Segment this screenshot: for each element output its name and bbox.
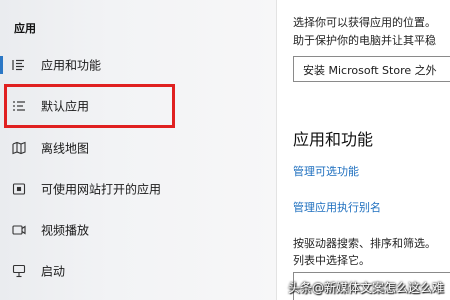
manage-app-alias-link[interactable]: 管理应用执行别名 <box>293 199 381 215</box>
install-source-description-cont: 助于保护你的电脑并让其平稳 <box>293 34 436 47</box>
startup-icon <box>12 264 26 278</box>
sidebar-item-startup[interactable]: 启动 <box>0 252 276 290</box>
manage-optional-features-link[interactable]: 管理可选功能 <box>293 163 359 179</box>
sidebar-item-label: 启动 <box>41 264 66 279</box>
settings-sidebar: 应用 应用和功能 默认应用 离线地图 可使用网站打开的应用 视频播放 启动 <box>0 0 276 300</box>
sidebar-heading: 应用 <box>14 22 36 35</box>
sidebar-item-offline-maps[interactable]: 离线地图 <box>0 129 276 167</box>
install-source-dropdown[interactable]: 安装 Microsoft Store 之外 <box>293 56 450 82</box>
sidebar-item-label: 应用和功能 <box>41 58 102 73</box>
main-content: 选择你可以获得应用的位置。 助于保护你的电脑并让其平稳 安装 Microsoft… <box>277 0 450 300</box>
apps-list-icon <box>12 58 26 72</box>
section-title: 应用和功能 <box>293 130 374 149</box>
highlight-annotation-box <box>4 84 175 128</box>
sidebar-item-apps-features[interactable]: 应用和功能 <box>0 46 276 84</box>
sidebar-item-label: 离线地图 <box>41 141 90 156</box>
sidebar-item-label: 视频播放 <box>41 223 90 238</box>
sidebar-item-video-playback[interactable]: 视频播放 <box>0 211 276 249</box>
sidebar-item-label: 可使用网站打开的应用 <box>41 182 162 197</box>
filter-description: 按驱动器搜索、排序和筛选。 <box>293 237 436 250</box>
sidebar-item-website-apps[interactable]: 可使用网站打开的应用 <box>0 170 276 208</box>
watermark-text: 头条@新媒体文案怎么这么难 <box>287 281 444 295</box>
video-playback-icon <box>12 223 26 237</box>
website-apps-icon <box>12 182 26 196</box>
install-source-description: 选择你可以获得应用的位置。 <box>293 16 436 29</box>
offline-map-icon <box>12 141 26 155</box>
filter-description-cont: 列表中选择它。 <box>293 254 370 267</box>
